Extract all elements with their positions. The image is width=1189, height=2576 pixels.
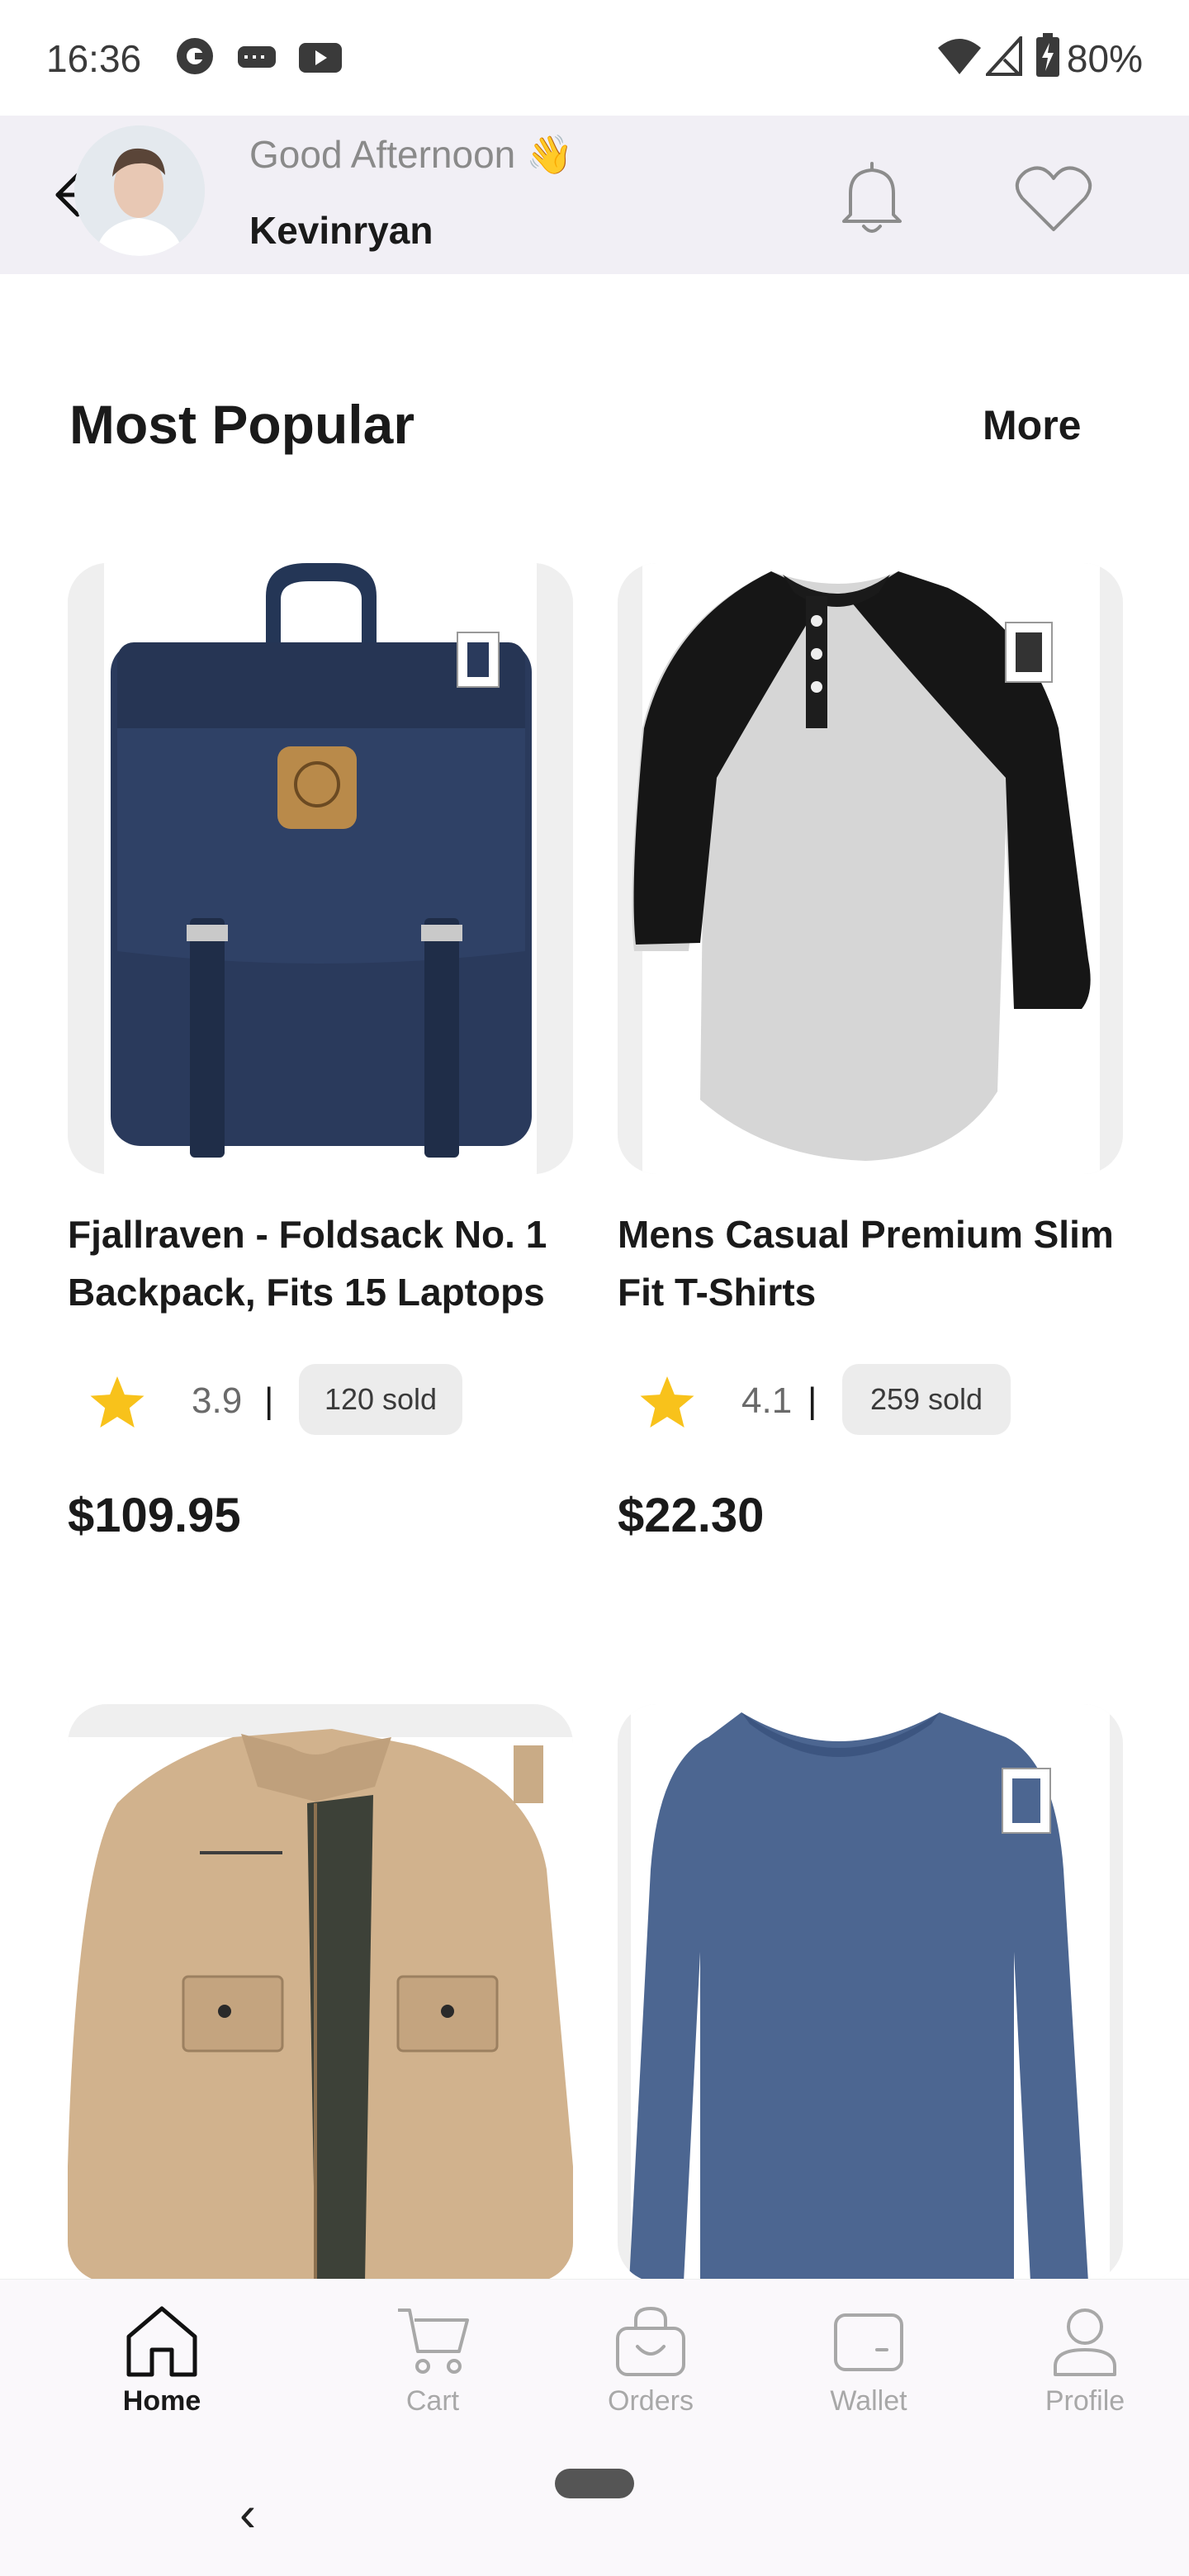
star-icon (640, 1376, 694, 1428)
nav-item-home[interactable]: Home (79, 2304, 244, 2417)
nav-item-wallet[interactable]: Wallet (786, 2304, 951, 2417)
product-card-image[interactable] (618, 1704, 1123, 2282)
blue-longsleeve-image (618, 1704, 1123, 2282)
system-back-button[interactable]: ‹ (239, 2485, 256, 2542)
greeting-text: Good Afternoon 👋 (249, 133, 574, 176)
nav-label: Orders (608, 2385, 694, 2417)
nav-label: Cart (405, 2385, 460, 2417)
avatar[interactable] (74, 125, 205, 256)
product-card-image[interactable] (618, 563, 1123, 1174)
battery-percent: 80% (1066, 37, 1143, 80)
bell-icon[interactable] (839, 160, 905, 236)
more-link[interactable]: More (983, 401, 1081, 449)
khaki-jacket-image (68, 1704, 573, 2282)
section-title: Most Popular (69, 394, 415, 455)
youtube-icon (299, 43, 342, 73)
rating-separator: | (264, 1380, 274, 1421)
wallet-icon (834, 2313, 903, 2371)
signal-icon (986, 36, 1022, 76)
status-bar: 16:36 80% (0, 0, 1189, 116)
nav-item-profile[interactable]: Profile (1002, 2304, 1168, 2417)
wifi-icon (938, 39, 981, 74)
product-card-image[interactable] (68, 1704, 573, 2282)
nav-label: Wallet (830, 2385, 907, 2417)
star-icon (90, 1376, 144, 1428)
status-time: 16:36 (46, 37, 142, 80)
heart-icon[interactable] (1014, 163, 1093, 233)
sold-badge: 259 sold (842, 1364, 1011, 1435)
product-name-line: Fit T-Shirts (618, 1271, 817, 1314)
user-icon (1054, 2308, 1116, 2376)
product-card-image[interactable] (68, 563, 573, 1174)
user-photo (74, 125, 205, 256)
rating-value: 3.9 (192, 1380, 243, 1421)
battery-charging-icon (1036, 33, 1059, 77)
product-name[interactable]: Fjallraven - Foldsack No. 1 Backpack, Fi… (68, 1205, 596, 1321)
product-name[interactable]: Mens Casual Premium Slim Fit T-Shirts (618, 1205, 1146, 1321)
navy-backpack-image (68, 563, 573, 1174)
rating-value: 4.1 (741, 1380, 793, 1421)
product-price: $109.95 (68, 1489, 241, 1542)
system-home-pill[interactable] (555, 2469, 634, 2498)
product-name-line: Backpack, Fits 15 Laptops (68, 1271, 545, 1314)
cart-icon (398, 2308, 469, 2374)
nav-label: Profile (1045, 2385, 1125, 2417)
rating-separator: | (808, 1380, 817, 1421)
sold-badge: 120 sold (299, 1364, 462, 1435)
product-price: $22.30 (618, 1489, 765, 1542)
gamepad-icon (238, 46, 276, 68)
bag-icon (616, 2306, 685, 2376)
nav-item-orders[interactable]: Orders (568, 2304, 733, 2417)
raglan-tshirt-image (618, 563, 1123, 1174)
nav-label: Home (122, 2385, 201, 2417)
nav-item-cart[interactable]: Cart (350, 2304, 515, 2417)
home-icon (126, 2306, 197, 2377)
username-text: Kevinryan (249, 209, 433, 252)
system-nav-bar (0, 2436, 1189, 2576)
product-name-line: Fjallraven - Foldsack No. 1 (68, 1213, 547, 1256)
product-name-line: Mens Casual Premium Slim (618, 1213, 1114, 1256)
pocket-casts-icon (177, 38, 213, 74)
